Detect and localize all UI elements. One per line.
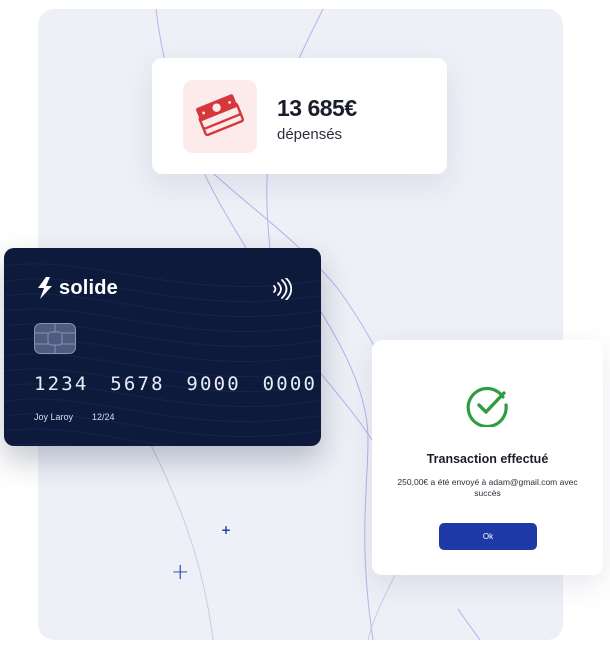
card-expiry: 12/24 xyxy=(92,412,115,422)
brand-name: solide xyxy=(59,276,118,299)
bank-card: solide 1234 5678 9000 0000 Joy Laroy 12/… xyxy=(4,248,321,446)
transaction-dialog: Transaction effectué 250,00€ a été envoy… xyxy=(372,340,603,575)
spending-card: 13 685€ dépensés xyxy=(152,58,447,174)
money-stack-icon xyxy=(183,80,257,153)
card-number: 1234 5678 9000 0000 xyxy=(34,373,318,395)
plus-decoration-large: + xyxy=(171,560,190,585)
check-circle-icon xyxy=(466,386,508,427)
hero-illustration: + + 13 685€ dépensés solide 1234 5678 90… xyxy=(0,0,610,649)
transaction-message: 250,00€ a été envoyé à adam@gmail.com av… xyxy=(397,477,578,498)
plus-decoration-small: + xyxy=(221,523,232,537)
spent-label: dépensés xyxy=(277,126,343,143)
transaction-title: Transaction effectué xyxy=(426,452,549,466)
card-holder: Joy Laroy xyxy=(34,412,74,422)
solide-logo-icon xyxy=(38,277,52,299)
ok-button[interactable]: Ok xyxy=(439,523,537,550)
contactless-icon xyxy=(273,278,292,300)
card-brand: solide xyxy=(35,276,118,300)
chip-icon xyxy=(34,323,76,354)
spent-amount: 13 685€ xyxy=(277,95,357,121)
